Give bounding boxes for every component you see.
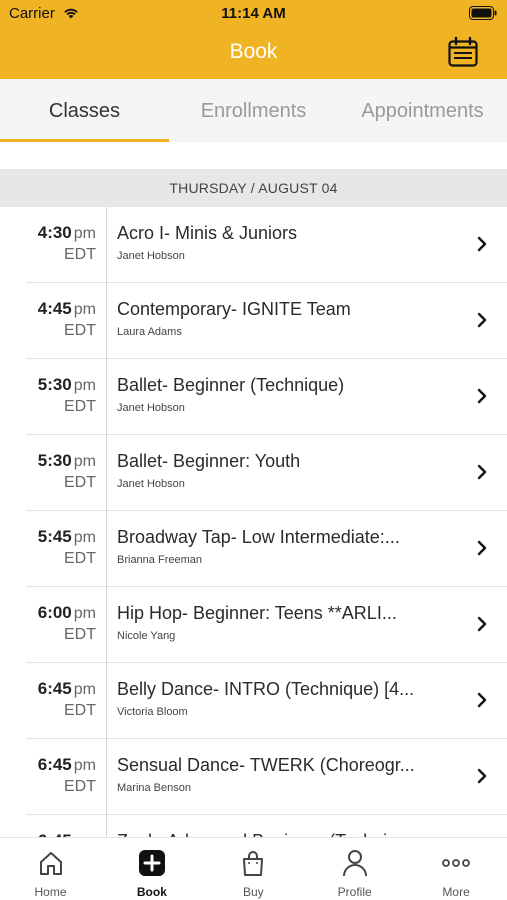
class-row[interactable]: 4:30 pm EDT Acro I- Minis & Juniors Janet Ho… [0, 207, 507, 283]
class-start-time: 6:45 [37, 755, 72, 774]
class-start-time: 6:45 [37, 679, 72, 698]
class-instructor: Janet Hobson [117, 402, 185, 414]
class-ampm: pm [73, 225, 96, 242]
app-header: Carrier 11:14 AM Book [0, 0, 507, 79]
book-plus-icon [138, 849, 166, 882]
class-time: 6:00 pm EDT [38, 603, 96, 644]
tabbar-label: Buy [242, 885, 264, 899]
class-row[interactable]: 6:45 pm EDT Sensual Dance- TWERK (Choreogr.… [0, 739, 507, 815]
tab-classes[interactable]: Classes [0, 79, 169, 142]
chevron-right-icon [477, 616, 487, 632]
class-start-time: 5:45 [37, 527, 72, 546]
class-row[interactable]: 5:45 pm EDT Broadway Tap- Low Intermediate:… [0, 511, 507, 587]
profile-icon [341, 849, 369, 882]
chevron-right-icon [477, 692, 487, 708]
class-row[interactable]: 6:00 pm EDT Hip Hop- Beginner: Teens **ARLI… [0, 587, 507, 663]
tab-appointments[interactable]: Appointments [338, 79, 507, 142]
class-ampm: pm [73, 757, 96, 774]
chevron-right-icon [477, 236, 487, 252]
class-timezone: EDT [64, 550, 96, 567]
class-time: 6:45pm EDT [38, 679, 96, 720]
class-name: Belly Dance- INTRO (Technique) [4... [117, 679, 415, 699]
class-timezone: EDT [64, 398, 96, 415]
tabbar-label: Home [34, 885, 67, 899]
class-row[interactable]: 6:45 pm EDT Belly Dance- INTRO (Technique) … [0, 663, 507, 739]
class-time: 5:30 pm EDT [38, 451, 96, 492]
segment-tabs: Classes Enrollments Appointments [0, 79, 507, 142]
class-instructor: Laura Adams [117, 326, 182, 338]
class-list: 4:30 pm EDT Acro I- Minis & Juniors Janet Ho… [0, 207, 507, 837]
class-ampm: pm [73, 377, 96, 394]
tabbar-label: Profile [337, 885, 372, 899]
page-title: Book [229, 40, 278, 63]
class-timezone: EDT [64, 322, 96, 339]
class-name: Ballet- Beginner (Technique) [117, 375, 345, 395]
class-instructor: Janet Hobson [117, 250, 185, 262]
tabbar-item-home[interactable]: Home [0, 838, 101, 900]
class-time: 5:30 pm EDT [38, 375, 96, 416]
class-time: 4:45 pm EDT [38, 299, 96, 340]
class-ampm: pm [73, 301, 96, 318]
class-timezone: EDT [64, 626, 96, 643]
class-ampm: pm [73, 529, 96, 546]
tabbar-item-profile[interactable]: Profile [304, 838, 405, 900]
class-row[interactable]: 5:30 pm EDT Ballet- Beginner (Technique) Jan… [0, 359, 507, 435]
class-name: Acro I- Minis & Juniors [117, 223, 298, 243]
clock: 11:14 AM [221, 5, 286, 22]
tabbar-item-buy[interactable]: Buy [203, 838, 304, 900]
tab-enrollments[interactable]: Enrollments [169, 79, 338, 142]
date-header: THURSDAY / AUGUST 04 [0, 169, 507, 207]
class-timezone: EDT [64, 778, 96, 795]
chevron-right-icon [477, 768, 487, 784]
class-instructor: Victoria Bloom [117, 706, 188, 718]
class-start-time: 4:30 [37, 223, 72, 242]
shopping-bag-icon [239, 849, 267, 882]
bottom-tab-bar: Home Book Buy Profile More [0, 837, 507, 900]
class-start-time: 5:30 [37, 375, 72, 394]
class-instructor: Nicole Yang [117, 630, 176, 642]
class-start-time: 5:30 [37, 451, 72, 470]
class-start-time: 4:45 [37, 299, 72, 318]
class-time: 4:30 pm EDT [38, 223, 96, 264]
class-name: Hip Hop- Beginner: Teens **ARLI... [117, 603, 397, 623]
chevron-right-icon [477, 464, 487, 480]
class-timezone: EDT [64, 702, 96, 719]
calendar-icon [448, 36, 478, 67]
class-instructor: Janet Hobson [117, 478, 185, 490]
battery-icon [469, 6, 497, 25]
class-instructor: Marina Benson [117, 782, 191, 794]
tabbar-item-more[interactable]: More [406, 838, 507, 900]
class-ampm: pm [73, 453, 96, 470]
chevron-right-icon [477, 540, 487, 556]
class-timezone: EDT [64, 246, 96, 263]
tabbar-item-book[interactable]: Book [101, 838, 202, 900]
more-dots-icon [441, 849, 471, 882]
active-tab-indicator [0, 139, 169, 142]
tabbar-label: More [442, 885, 470, 899]
class-start-time: 6:00 [37, 603, 72, 622]
class-row[interactable]: 6:45pmEDTZouk- Advanced Beginner (Techni… [0, 815, 507, 837]
home-icon [37, 849, 65, 882]
class-time: 5:45 pm EDT [38, 527, 96, 568]
chevron-right-icon [477, 312, 487, 328]
class-name: Ballet- Beginner: Youth [117, 451, 301, 471]
class-row[interactable]: 4:45 pm EDT Contemporary- IGNITE Team Laura … [0, 283, 507, 359]
class-name: Contemporary- IGNITE Team [117, 299, 351, 319]
class-name: Broadway Tap- Low Intermediate:... [117, 527, 400, 547]
status-bar: Carrier 11:14 AM [0, 0, 507, 28]
class-row[interactable]: 5:30 pm EDT Ballet- Beginner: Youth Janet Ho… [0, 435, 507, 511]
chevron-right-icon [477, 388, 487, 404]
calendar-button[interactable] [447, 36, 479, 68]
class-ampm: pm [73, 681, 96, 698]
tabbar-label: Book [136, 885, 167, 899]
class-name: Sensual Dance- TWERK (Choreogr... [117, 755, 415, 775]
class-time: 6:45pm EDT [38, 755, 96, 796]
class-instructor: Brianna Freeman [117, 554, 202, 566]
class-ampm: pm [73, 605, 96, 622]
class-timezone: EDT [64, 474, 96, 491]
